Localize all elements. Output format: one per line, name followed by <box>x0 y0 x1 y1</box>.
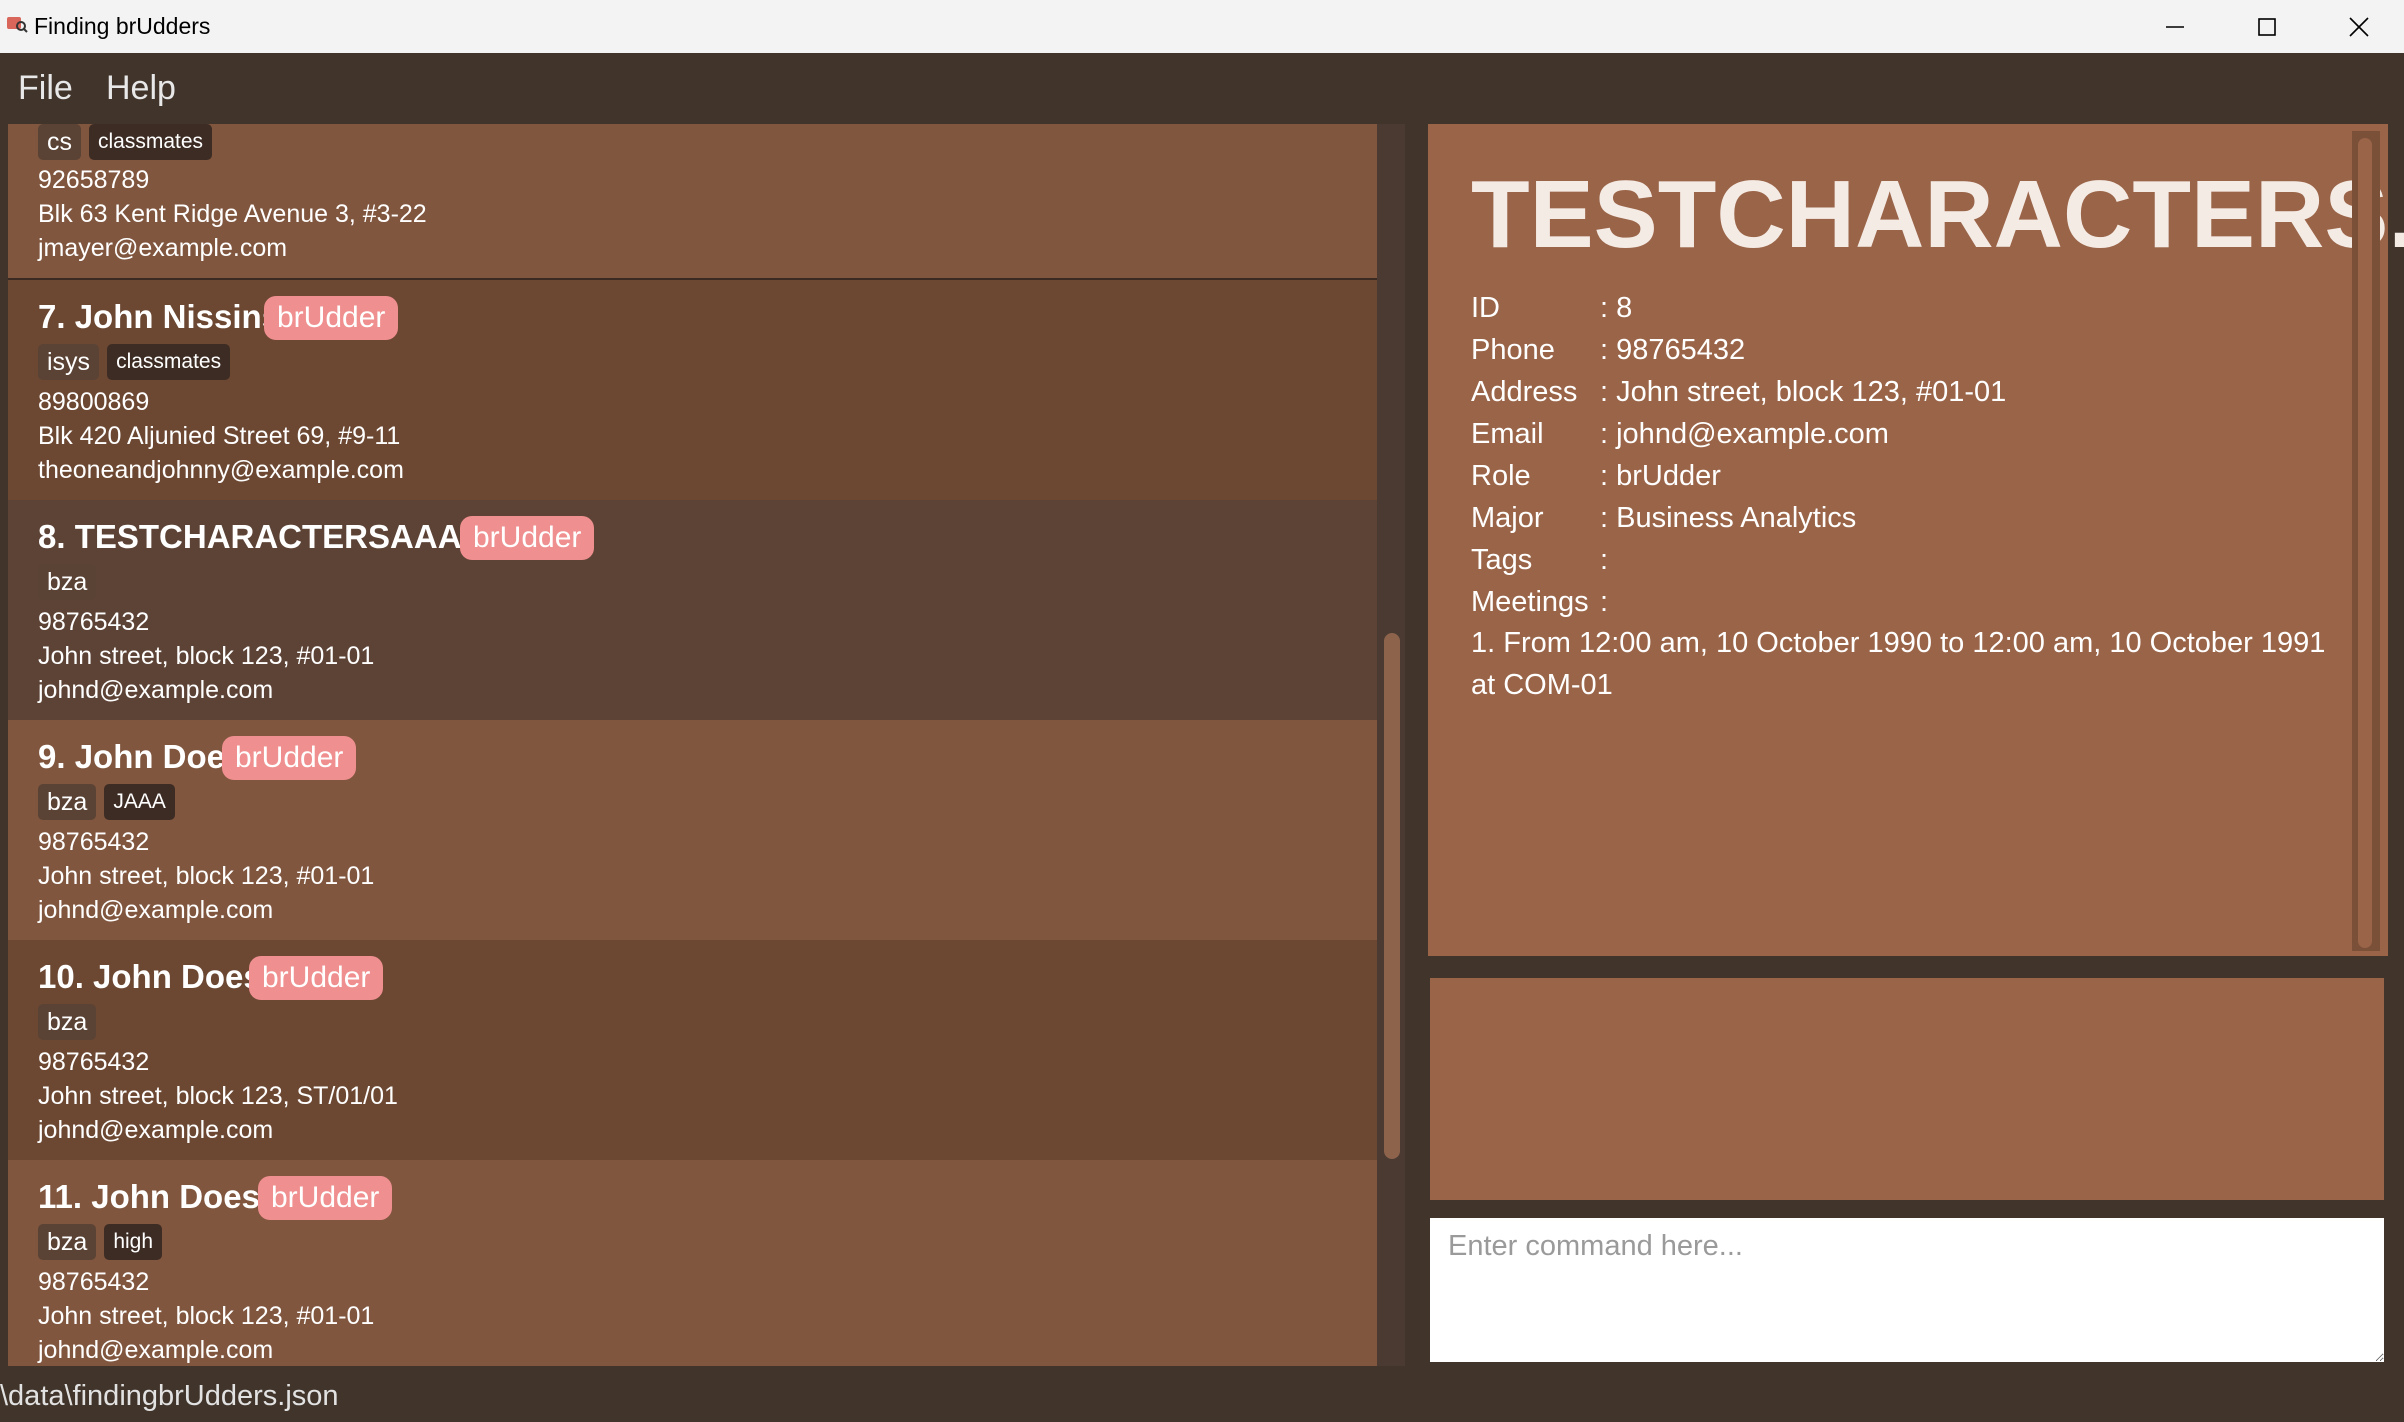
tag: bza <box>38 1004 97 1040</box>
tag: cs <box>38 124 81 160</box>
status-bar-path: \data\findingbrUdders.json <box>0 1380 339 1412</box>
role-badge: brUdder <box>258 1176 393 1220</box>
tag: JAAA <box>104 784 175 820</box>
list-item-partial[interactable]: cs classmates 92658789 Blk 63 Kent Ridge… <box>8 124 1377 280</box>
person-name: 10. John Does <box>38 958 262 995</box>
address-text: John street, block 123, #01-01 <box>38 1302 375 1330</box>
minimize-button[interactable] <box>2130 0 2220 53</box>
detail-scrollbar-thumb[interactable] <box>2358 138 2372 948</box>
tag: high <box>104 1224 163 1260</box>
close-button[interactable] <box>2314 0 2404 53</box>
list-item[interactable]: 9. John Doe brUdder bza JAAA 98765432 Jo… <box>8 720 1377 942</box>
tag: isys <box>38 344 100 380</box>
tag-list: bza high <box>38 1224 163 1260</box>
list-item[interactable]: 7. John Nissins brUdder isys classmates … <box>8 280 1377 502</box>
app-logo-icon <box>7 17 28 33</box>
address-text: Blk 63 Kent Ridge Avenue 3, #3-22 <box>38 200 427 228</box>
result-display <box>1430 978 2384 1200</box>
detail-label-id: ID <box>1471 292 1500 324</box>
detail-value-role: : brUdder <box>1600 460 1721 492</box>
tag-list: cs classmates <box>38 124 213 160</box>
email-text: johnd@example.com <box>38 896 274 924</box>
list-item[interactable]: 11. John Doess brUdder bza high 98765432… <box>8 1160 1377 1366</box>
detail-label-major: Major <box>1471 502 1544 534</box>
email-text: johnd@example.com <box>38 1116 274 1144</box>
email-text: johnd@example.com <box>38 1336 274 1364</box>
detail-label-tags: Tags <box>1471 544 1533 576</box>
detail-label-address: Address <box>1471 376 1578 408</box>
detail-value-phone: : 98765432 <box>1600 334 1746 366</box>
role-badge: brUdder <box>264 296 399 340</box>
person-name: 8. TESTCHARACTERSAAAAA <box>38 518 510 555</box>
tag-list: bza <box>38 564 97 600</box>
detail-value-email: : johnd@example.com <box>1600 418 1889 450</box>
list-item[interactable]: 10. John Does brUdder bza 98765432 John … <box>8 940 1377 1162</box>
tag: classmates <box>89 124 213 160</box>
maximize-button[interactable] <box>2222 0 2312 53</box>
detail-value-major: : Business Analytics <box>1600 502 1857 534</box>
email-text: johnd@example.com <box>38 676 274 704</box>
list-item-selected[interactable]: 8. TESTCHARACTERSAAAAA brUdder bza 98765… <box>8 500 1377 722</box>
menu-help[interactable]: Help <box>106 53 176 123</box>
phone-text: 98765432 <box>38 608 150 636</box>
detail-label-meetings: Meetings <box>1471 586 1589 618</box>
detail-value-tags: : <box>1600 544 1609 576</box>
minimize-icon <box>2166 25 2184 28</box>
tag: bza <box>38 784 97 820</box>
tag: classmates <box>107 344 231 380</box>
address-text: Blk 420 Aljunied Street 69, #9-11 <box>38 422 401 450</box>
title-bar: Finding brUdders <box>0 0 2404 53</box>
person-name: 7. John Nissins <box>38 298 281 335</box>
tag-list: bza <box>38 1004 97 1040</box>
address-text: John street, block 123, ST/01/01 <box>38 1082 398 1110</box>
detail-label-phone: Phone <box>1471 334 1555 366</box>
phone-text: 98765432 <box>38 1268 150 1296</box>
address-text: John street, block 123, #01-01 <box>38 642 375 670</box>
address-text: John street, block 123, #01-01 <box>38 862 375 890</box>
tag-list: isys classmates <box>38 344 231 380</box>
phone-text: 92658789 <box>38 166 150 194</box>
detail-name: TESTCHARACTERS... <box>1471 161 2404 268</box>
role-badge: brUdder <box>222 736 357 780</box>
detail-label-role: Role <box>1471 460 1531 492</box>
window-title: Finding brUdders <box>34 13 211 39</box>
phone-text: 89800869 <box>38 388 150 416</box>
menu-file[interactable]: File <box>18 53 73 123</box>
menu-bar: File Help <box>0 53 2404 123</box>
detail-label-email: Email <box>1471 418 1544 450</box>
meeting-entry: 1. From 12:00 am, 10 October 1990 to 12:… <box>1471 627 2326 701</box>
tag: bza <box>38 1224 97 1260</box>
email-text: theoneandjohnny@example.com <box>38 456 404 484</box>
command-input[interactable] <box>1430 1218 2384 1362</box>
person-name: 11. John Doess <box>38 1178 279 1215</box>
detail-value-meetings: : <box>1600 586 1609 618</box>
list-scrollbar-thumb[interactable] <box>1384 633 1400 1159</box>
maximize-icon <box>2258 17 2276 36</box>
detail-value-id: : 8 <box>1600 292 1633 324</box>
tag: bza <box>38 564 97 600</box>
detail-value-address: : John street, block 123, #01-01 <box>1600 376 2007 408</box>
phone-text: 98765432 <box>38 828 150 856</box>
email-text: jmayer@example.com <box>38 234 288 262</box>
person-name: 9. John Doe <box>38 738 226 775</box>
tag-list: bza JAAA <box>38 784 175 820</box>
person-list[interactable]: cs classmates 92658789 Blk 63 Kent Ridge… <box>8 124 1377 1366</box>
role-badge: brUdder <box>249 956 384 1000</box>
phone-text: 98765432 <box>38 1048 150 1076</box>
role-badge: brUdder <box>460 516 595 560</box>
close-icon <box>2349 16 2369 37</box>
